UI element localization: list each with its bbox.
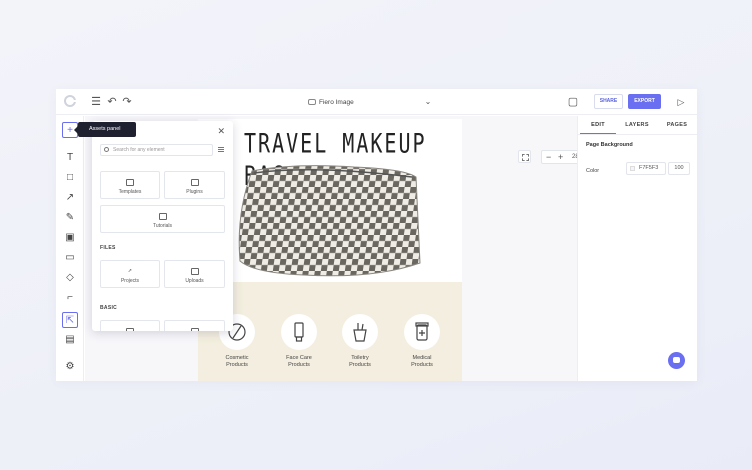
tube-icon xyxy=(281,314,317,350)
templates-card[interactable]: Templates xyxy=(100,171,160,199)
tab-pages[interactable]: PAGES xyxy=(658,116,696,134)
app-window: ☰ ↶ ↷ Fiero Image ⌄ ▢ SHARE EXPORT ▷ + T… xyxy=(56,89,697,381)
menu-icon[interactable]: ☰ xyxy=(89,95,103,109)
document-title-text: Fiero Image xyxy=(319,99,354,106)
zoom-in-icon[interactable]: + xyxy=(558,152,563,162)
export-button[interactable]: EXPORT xyxy=(628,94,661,109)
table-icon[interactable]: ▭ xyxy=(62,250,78,266)
select-icon[interactable]: ⇱ xyxy=(62,312,78,328)
share-button[interactable]: SHARE xyxy=(594,94,623,109)
tabs-divider xyxy=(578,134,697,135)
basic-card[interactable] xyxy=(164,320,225,331)
category-label: Products xyxy=(226,362,248,368)
assets-panel-tooltip: Assets panel xyxy=(74,122,136,137)
category-label: Face Care xyxy=(286,355,312,361)
makeup-bag-image[interactable] xyxy=(234,163,424,283)
comment-icon[interactable]: ▢ xyxy=(566,95,580,109)
layers-icon[interactable]: ◇ xyxy=(62,270,78,286)
crop-icon[interactable]: ⌐ xyxy=(62,290,78,306)
zoom-out-icon[interactable]: − xyxy=(546,152,551,162)
plugins-icon xyxy=(190,179,199,186)
projects-card[interactable]: ➚ Projects xyxy=(100,260,160,288)
close-icon[interactable]: ✕ xyxy=(217,126,225,137)
basic-section-title: BASIC xyxy=(100,305,118,311)
opacity-field[interactable]: 100 xyxy=(668,162,690,175)
text-icon[interactable]: T xyxy=(62,150,78,166)
left-toolbar: + T □ ↗ ✎ ▣ ▭ ◇ ⌐ ⇱ ▤ ⚙ xyxy=(56,116,84,381)
projects-label: Projects xyxy=(120,278,140,284)
image-icon[interactable]: ▣ xyxy=(62,230,78,246)
uploads-label: Uploads xyxy=(185,278,204,284)
pen-icon[interactable]: ✎ xyxy=(62,210,78,226)
fit-screen-icon[interactable] xyxy=(518,150,531,163)
play-icon[interactable]: ▷ xyxy=(674,95,688,109)
settings-icon[interactable]: ⚙ xyxy=(62,359,78,375)
medicine-bottle-icon xyxy=(404,314,440,350)
plugins-card[interactable]: Plugins xyxy=(164,171,225,199)
tutorials-icon xyxy=(158,213,167,220)
document-title[interactable]: Fiero Image xyxy=(308,96,438,110)
category-label: Products xyxy=(288,362,310,368)
category-label: Toiletry xyxy=(351,355,369,361)
rocket-icon: ➚ xyxy=(127,268,133,274)
category-medical[interactable]: Medical Products xyxy=(397,314,447,369)
tutorials-label: Tutorials xyxy=(153,223,172,229)
right-panel: EDIT LAYERS PAGES Page Background Color … xyxy=(577,116,697,381)
category-face-care[interactable]: Face Care Products xyxy=(274,314,324,369)
templates-icon xyxy=(126,179,134,186)
basic-card[interactable] xyxy=(100,320,160,331)
category-label: Medical xyxy=(412,355,432,361)
category-toiletry[interactable]: Toiletry Products xyxy=(335,314,385,369)
plugins-label: Plugins xyxy=(186,189,203,195)
arrow-icon[interactable]: ↗ xyxy=(62,190,78,206)
basic-shape-icon xyxy=(126,328,134,331)
templates-label: Templates xyxy=(118,189,142,195)
search-placeholder: Search for any element xyxy=(113,147,165,153)
filter-icon[interactable] xyxy=(218,147,224,152)
category-label: Products xyxy=(349,362,371,368)
color-value: F7F5F3 xyxy=(639,165,659,171)
basic-shape-icon xyxy=(190,328,199,331)
assets-panel: ✕ Search for any element Templates Plugi… xyxy=(92,121,233,331)
tab-edit[interactable]: EDIT xyxy=(580,116,616,134)
artboard[interactable]: TRAVEL MAKEUP BAG CosmeticProducts F xyxy=(198,119,462,381)
search-icon xyxy=(104,147,109,152)
upload-icon xyxy=(190,268,199,275)
chat-support-icon[interactable] xyxy=(668,352,685,369)
page-background-title: Page Background xyxy=(586,142,633,148)
image-icon xyxy=(308,99,316,106)
undo-icon[interactable]: ↶ xyxy=(105,95,119,109)
toothbrush-cup-icon xyxy=(342,314,378,350)
rectangle-icon[interactable]: □ xyxy=(62,170,78,186)
tab-layers[interactable]: LAYERS xyxy=(618,116,656,134)
top-bar: ☰ ↶ ↷ Fiero Image ⌄ ▢ SHARE EXPORT ▷ xyxy=(56,89,697,115)
color-label: Color xyxy=(586,168,600,174)
category-label: Products xyxy=(411,362,433,368)
search-input[interactable]: Search for any element xyxy=(100,144,213,156)
color-swatch[interactable] xyxy=(630,166,635,171)
chevron-down-icon[interactable]: ⌄ xyxy=(421,95,435,109)
qr-icon[interactable]: ▤ xyxy=(62,332,78,348)
uploads-card[interactable]: Uploads xyxy=(164,260,225,288)
redo-icon[interactable]: ↷ xyxy=(120,95,134,109)
tutorials-card[interactable]: Tutorials xyxy=(100,205,225,233)
color-field[interactable]: F7F5F3 xyxy=(626,162,666,175)
logo-icon[interactable] xyxy=(64,95,76,107)
files-section-title: FILES xyxy=(100,245,116,251)
category-label: Cosmetic xyxy=(225,355,249,361)
